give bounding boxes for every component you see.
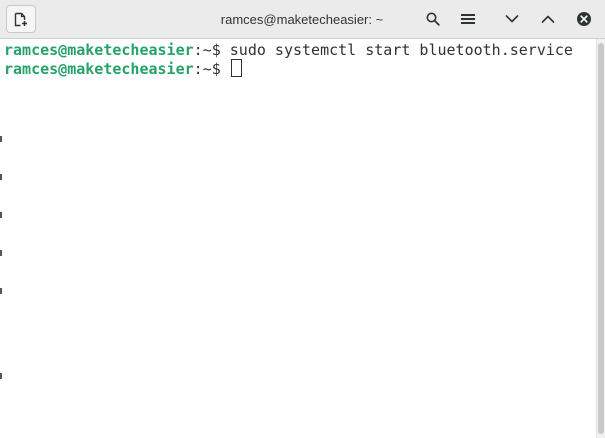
terminal-output[interactable]: ramces@maketecheasier:~$ sudo systemctl … — [0, 39, 596, 438]
terminal-window: ramces@maketecheasier: ~ ramces@maketech… — [0, 0, 605, 438]
search-icon — [426, 12, 440, 26]
command-text: sudo systemctl start bluetooth.service — [229, 41, 573, 59]
hamburger-menu-icon — [461, 14, 475, 24]
terminal-line: ramces@maketecheasier:~$ sudo systemctl … — [4, 41, 596, 59]
text-cursor — [230, 59, 242, 77]
menu-button[interactable] — [457, 8, 479, 30]
background-artifact — [0, 174, 2, 180]
scrollbar-thumb[interactable] — [598, 43, 604, 434]
chevron-down-icon — [505, 15, 519, 23]
background-artifact — [0, 136, 2, 142]
prompt-path: :~$ — [193, 41, 230, 59]
close-icon — [577, 12, 591, 26]
maximize-button[interactable] — [537, 8, 559, 30]
prompt-user-host: ramces@maketecheasier — [4, 41, 194, 59]
background-artifact — [0, 288, 2, 294]
scrollbar[interactable] — [596, 39, 605, 438]
background-window-edge — [0, 39, 2, 438]
window-title: ramces@maketecheasier: ~ — [220, 12, 384, 27]
close-button[interactable] — [573, 8, 595, 30]
terminal-line: ramces@maketecheasier:~$ — [4, 59, 596, 78]
header-bar: ramces@maketecheasier: ~ — [0, 0, 605, 39]
search-button[interactable] — [422, 8, 444, 30]
background-artifact — [0, 250, 2, 256]
background-artifact — [0, 373, 2, 379]
background-artifact — [0, 212, 2, 218]
new-tab-button[interactable] — [6, 5, 36, 33]
chevron-up-icon — [541, 15, 555, 23]
prompt-user-host: ramces@maketecheasier — [4, 60, 194, 78]
new-tab-icon — [14, 12, 27, 26]
minimize-button[interactable] — [501, 8, 523, 30]
prompt-path: :~$ — [193, 60, 230, 78]
